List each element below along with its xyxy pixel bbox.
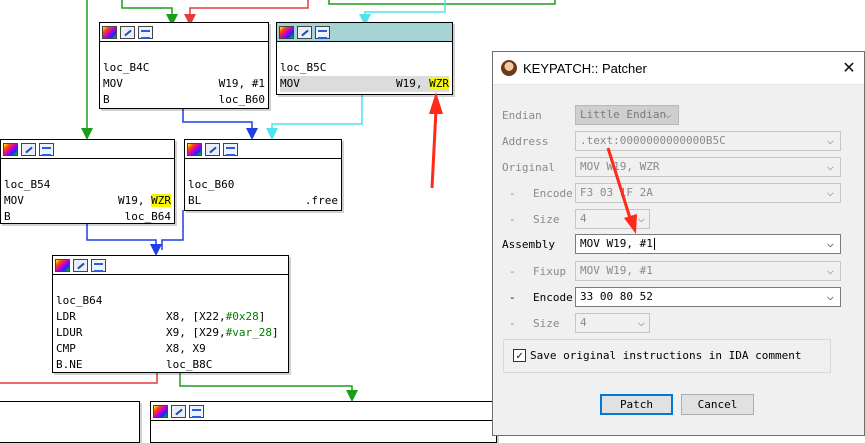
- node-loc-b5c[interactable]: loc_B5C MOV W19, WZR: [276, 22, 453, 95]
- node-loc-b4c[interactable]: loc_B4C MOV W19, #1 B loc_B60: [99, 22, 269, 109]
- color-icon[interactable]: [102, 25, 117, 39]
- block-label[interactable]: loc_B5C: [280, 60, 449, 76]
- instruction-row[interactable]: CMP X8, X9: [56, 341, 285, 357]
- block-label[interactable]: loc_B54: [4, 177, 171, 193]
- assembly-label: Assembly: [502, 238, 555, 251]
- edge-cyan-b60: [266, 95, 363, 140]
- instruction-row[interactable]: LDUR X9, [X29,#var_28]: [56, 325, 285, 341]
- keypatch-dialog: KEYPATCH:: Patcher ✕ Endian Little Endia…: [492, 51, 865, 436]
- node-toolbar: [53, 256, 288, 275]
- node-toolbar: [151, 402, 496, 421]
- assembly-input[interactable]: MOV W19, #1: [575, 234, 841, 254]
- group-icon[interactable]: [223, 142, 238, 156]
- instruction-row[interactable]: MOV W19, #1: [103, 76, 265, 92]
- orig-encode-label: Encode: [533, 187, 573, 200]
- edge-blue-b60: [182, 108, 258, 140]
- orig-encode-field: F3 03 1F 2A: [575, 183, 841, 203]
- options-group: ✓ Save original instructions in IDA comm…: [503, 339, 831, 373]
- orig-size-field: 4: [575, 209, 650, 229]
- rename-icon[interactable]: [171, 404, 186, 418]
- group-icon[interactable]: [315, 25, 330, 39]
- close-icon[interactable]: ✕: [834, 58, 864, 78]
- node-toolbar: [277, 23, 452, 42]
- node-partial-left[interactable]: [0, 401, 140, 443]
- new-encode-field[interactable]: 33 00 80 52: [575, 287, 841, 307]
- node-loc-b60[interactable]: loc_B60 BL .free: [184, 139, 342, 211]
- color-icon[interactable]: [187, 142, 202, 156]
- original-field: MOV W19, WZR: [575, 157, 841, 177]
- group-icon[interactable]: [91, 258, 106, 272]
- rename-icon[interactable]: [73, 258, 88, 272]
- edge-blue-b54-b64: [86, 223, 162, 256]
- endian-label: Endian: [502, 109, 542, 122]
- node-toolbar: [1, 140, 174, 159]
- fixup-label: Fixup: [533, 265, 567, 278]
- node-loc-b64[interactable]: loc_B64 LDR X8, [X22,#0x28] LDUR X9, [X2…: [52, 255, 289, 373]
- edge-cyan-b5c: [359, 0, 446, 26]
- node-toolbar: [100, 23, 268, 42]
- rename-icon[interactable]: [120, 25, 135, 39]
- instruction-row[interactable]: B loc_B60: [103, 92, 265, 108]
- new-size-prefix: -: [509, 317, 516, 330]
- rename-icon[interactable]: [205, 142, 220, 156]
- node-toolbar: [185, 140, 341, 159]
- patch-button[interactable]: Patch: [600, 394, 673, 415]
- fixup-prefix: -: [509, 265, 516, 278]
- instruction-row[interactable]: MOV W19, WZR: [4, 193, 171, 209]
- address-field: .text:0000000000000B5C: [575, 131, 841, 151]
- highlighted-operand: WZR: [429, 77, 449, 90]
- edge-green-b4c: [121, 0, 178, 26]
- group-icon[interactable]: [189, 404, 204, 418]
- block-label[interactable]: loc_B64: [56, 293, 285, 309]
- color-icon[interactable]: [153, 404, 168, 418]
- orig-size-label: Size: [533, 213, 560, 226]
- new-encode-label: Encode: [533, 291, 573, 304]
- instruction-row[interactable]: B.NE loc_B8C: [56, 357, 285, 373]
- edge-green-b64: [179, 372, 358, 402]
- new-size-label: Size: [533, 317, 560, 330]
- node-loc-b54[interactable]: loc_B54 MOV W19, WZR B loc_B64: [0, 139, 175, 224]
- block-label[interactable]: loc_B60: [188, 177, 338, 193]
- rename-icon[interactable]: [297, 25, 312, 39]
- node-partial-bottom[interactable]: [150, 401, 497, 443]
- rename-icon[interactable]: [21, 142, 36, 156]
- endian-select: Little Endian: [575, 105, 679, 125]
- group-icon[interactable]: [39, 142, 54, 156]
- dialog-title: KEYPATCH:: Patcher: [523, 60, 647, 76]
- orig-encode-prefix: -: [509, 187, 516, 200]
- save-comment-label[interactable]: Save original instructions in IDA commen…: [530, 349, 802, 362]
- dialog-titlebar[interactable]: KEYPATCH:: Patcher ✕: [493, 52, 864, 85]
- address-label: Address: [502, 135, 549, 148]
- keypatch-app-icon: [501, 60, 517, 76]
- edge-green-top: [328, 0, 556, 5]
- new-encode-prefix: -: [509, 291, 516, 304]
- orig-size-prefix: -: [509, 213, 516, 226]
- original-label: Original: [502, 161, 555, 174]
- block-label[interactable]: loc_B4C: [103, 60, 265, 76]
- instruction-row-selected[interactable]: MOV W19, WZR: [280, 76, 449, 92]
- edge-red-b4c: [184, 0, 309, 26]
- color-icon[interactable]: [279, 25, 294, 39]
- cancel-button[interactable]: Cancel: [681, 394, 754, 415]
- highlighted-operand: WZR: [151, 194, 171, 207]
- group-icon[interactable]: [138, 25, 153, 39]
- color-icon[interactable]: [3, 142, 18, 156]
- instruction-row[interactable]: LDR X8, [X22,#0x28]: [56, 309, 285, 325]
- color-icon[interactable]: [55, 258, 70, 272]
- new-size-field: 4: [575, 313, 650, 333]
- save-comment-checkbox[interactable]: ✓: [513, 349, 526, 362]
- instruction-row[interactable]: BL .free: [188, 193, 338, 209]
- text-caret: [653, 238, 655, 250]
- instruction-row[interactable]: B loc_B64: [4, 209, 171, 225]
- fixup-field: MOV W19, #1: [575, 261, 841, 281]
